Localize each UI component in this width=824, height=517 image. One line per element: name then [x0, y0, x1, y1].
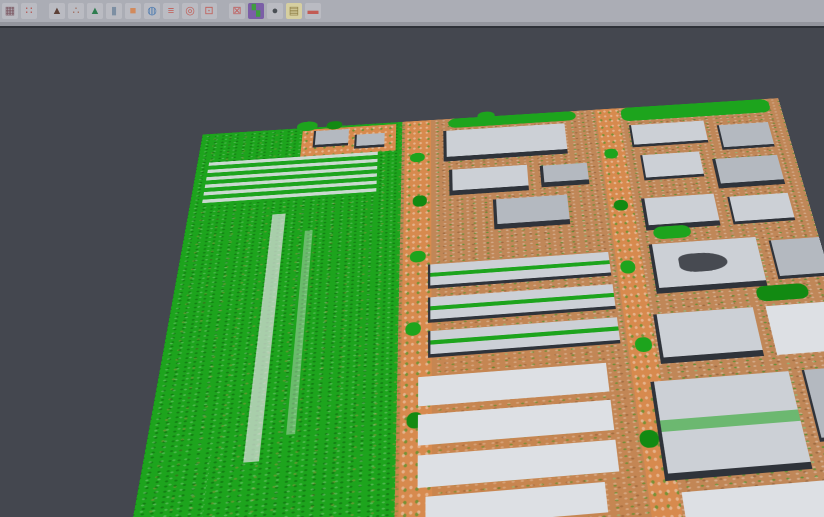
- sparse-points-icon[interactable]: ∴: [68, 3, 84, 19]
- warehouse: [650, 371, 812, 480]
- sparse-points-icon-glyph: ∴: [73, 6, 80, 17]
- toolbar-separator: [220, 3, 226, 19]
- tree-row: [620, 99, 770, 121]
- warehouse: [682, 479, 824, 517]
- tree-row: [652, 225, 692, 240]
- building: [449, 165, 529, 196]
- warehouse: [418, 400, 614, 446]
- globe-icon-glyph: ◍: [147, 6, 157, 17]
- terrain-brown-icon-glyph: ▲: [52, 6, 63, 17]
- point-align-icon-glyph: ∷: [26, 6, 33, 17]
- warehouse: [429, 284, 616, 322]
- toolbar-icons: ▦ ∷ ▲ ∴ ▲ ▮ ■ ◍ ≡ ◎ ⊡ ⊠ ▚ ● ▤ ▬: [2, 3, 321, 19]
- point-align-icon[interactable]: ∷: [21, 3, 37, 19]
- building: [716, 122, 774, 149]
- building: [654, 307, 764, 363]
- building: [649, 237, 768, 294]
- main-toolbar: ▦ ∷ ▲ ∴ ▲ ▮ ■ ◍ ≡ ◎ ⊡ ⊠ ▚ ● ▤ ▬: [0, 0, 824, 22]
- building: [629, 120, 709, 147]
- building: [540, 163, 590, 188]
- building: [493, 195, 570, 229]
- roadside-tree: [413, 195, 427, 207]
- 3d-viewport[interactable]: [0, 28, 824, 517]
- warehouse: [428, 252, 611, 289]
- crop-marks-icon[interactable]: ⊡: [201, 3, 217, 19]
- warehouse: [429, 318, 621, 358]
- checker-red-icon[interactable]: ⊠: [229, 3, 245, 19]
- toolbar-separator: [40, 3, 46, 19]
- dark-sphere-icon-glyph: ●: [272, 6, 279, 17]
- note-tan-icon-glyph: ▤: [289, 6, 299, 17]
- flag-red-icon[interactable]: ▬: [305, 3, 321, 19]
- globe-icon[interactable]: ◍: [144, 3, 160, 19]
- classification-colors-icon[interactable]: ▚: [248, 3, 264, 19]
- building: [802, 366, 824, 442]
- building: [712, 155, 785, 189]
- courtyard-shadow: [677, 251, 729, 273]
- layers-red-icon[interactable]: ≡: [163, 3, 179, 19]
- warehouse: [417, 439, 619, 487]
- terrain-green-icon[interactable]: ▲: [87, 3, 103, 19]
- point-cloud-surface: [95, 98, 824, 517]
- maroon-grid-icon-glyph: ▦: [5, 6, 15, 17]
- warehouse: [418, 362, 609, 406]
- building: [443, 123, 568, 161]
- ground-orange-icon-glyph: ■: [130, 6, 137, 17]
- terrain-green-icon-glyph: ▲: [90, 6, 101, 17]
- note-tan-icon[interactable]: ▤: [286, 3, 302, 19]
- vegetation-patch: [124, 453, 211, 517]
- slab-blue-icon[interactable]: ▮: [106, 3, 122, 19]
- flag-red-icon-glyph: ▬: [308, 6, 319, 17]
- building: [727, 193, 795, 224]
- building: [769, 237, 824, 279]
- crop-marks-icon-glyph: ⊡: [204, 6, 213, 17]
- warehouse: [425, 482, 609, 517]
- classification-colors-icon-glyph: ▚: [252, 6, 260, 17]
- building: [354, 133, 384, 149]
- building: [640, 151, 704, 180]
- slab-blue-icon-glyph: ▮: [111, 6, 117, 17]
- building: [313, 129, 350, 147]
- target-icon[interactable]: ◎: [182, 3, 198, 19]
- dark-sphere-icon[interactable]: ●: [267, 3, 283, 19]
- checker-red-icon-glyph: ⊠: [232, 6, 241, 17]
- roadside-tree: [634, 337, 652, 352]
- tree-row: [754, 283, 810, 302]
- target-icon-glyph: ◎: [185, 6, 195, 17]
- terrain-brown-icon[interactable]: ▲: [49, 3, 65, 19]
- ground-orange-icon[interactable]: ■: [125, 3, 141, 19]
- building: [766, 301, 824, 355]
- layers-red-icon-glyph: ≡: [168, 6, 174, 17]
- maroon-grid-icon[interactable]: ▦: [2, 3, 18, 19]
